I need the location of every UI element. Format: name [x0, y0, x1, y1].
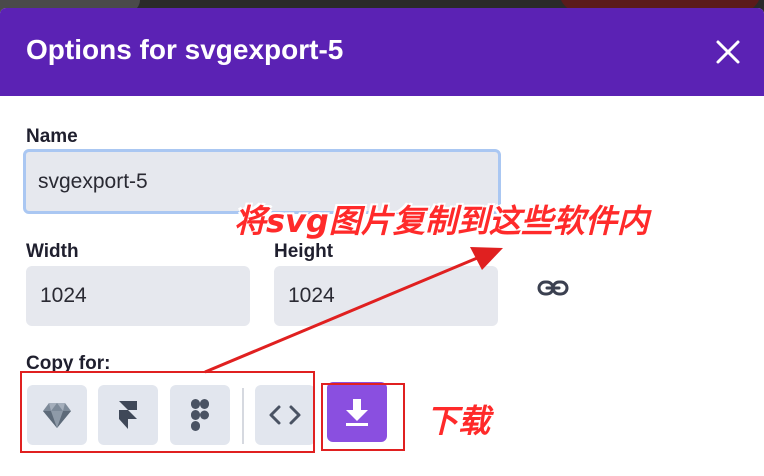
annotation-copy-note: 将svg图片复制到这些软件内 — [234, 202, 649, 240]
page: Options for svgexport-5 Name svgexport-5… — [0, 0, 764, 476]
annotation-download-note: 下载 — [426, 402, 491, 440]
